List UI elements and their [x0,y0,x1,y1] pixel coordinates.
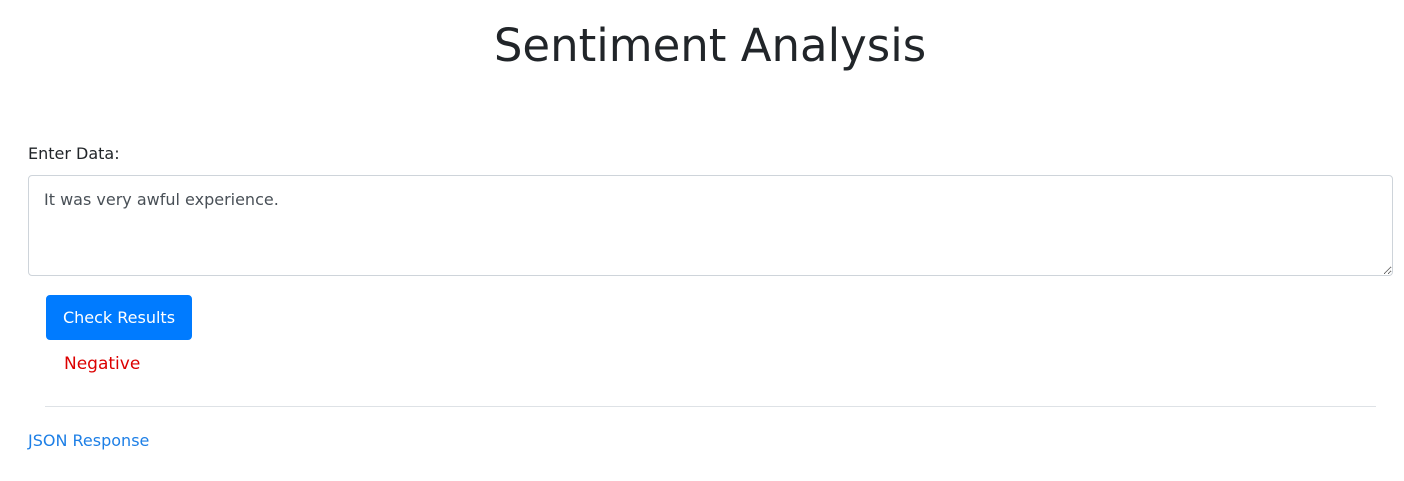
page: Sentiment Analysis Enter Data: It was ve… [0,0,1404,481]
json-response-link[interactable]: JSON Response [28,430,149,452]
divider [45,406,1376,407]
page-title: Sentiment Analysis [493,19,927,72]
check-results-button[interactable]: Check Results [46,295,192,340]
data-textarea[interactable]: It was very awful experience. [28,175,1393,276]
enter-data-label: Enter Data: [28,144,120,163]
sentiment-result: Negative [64,354,141,374]
